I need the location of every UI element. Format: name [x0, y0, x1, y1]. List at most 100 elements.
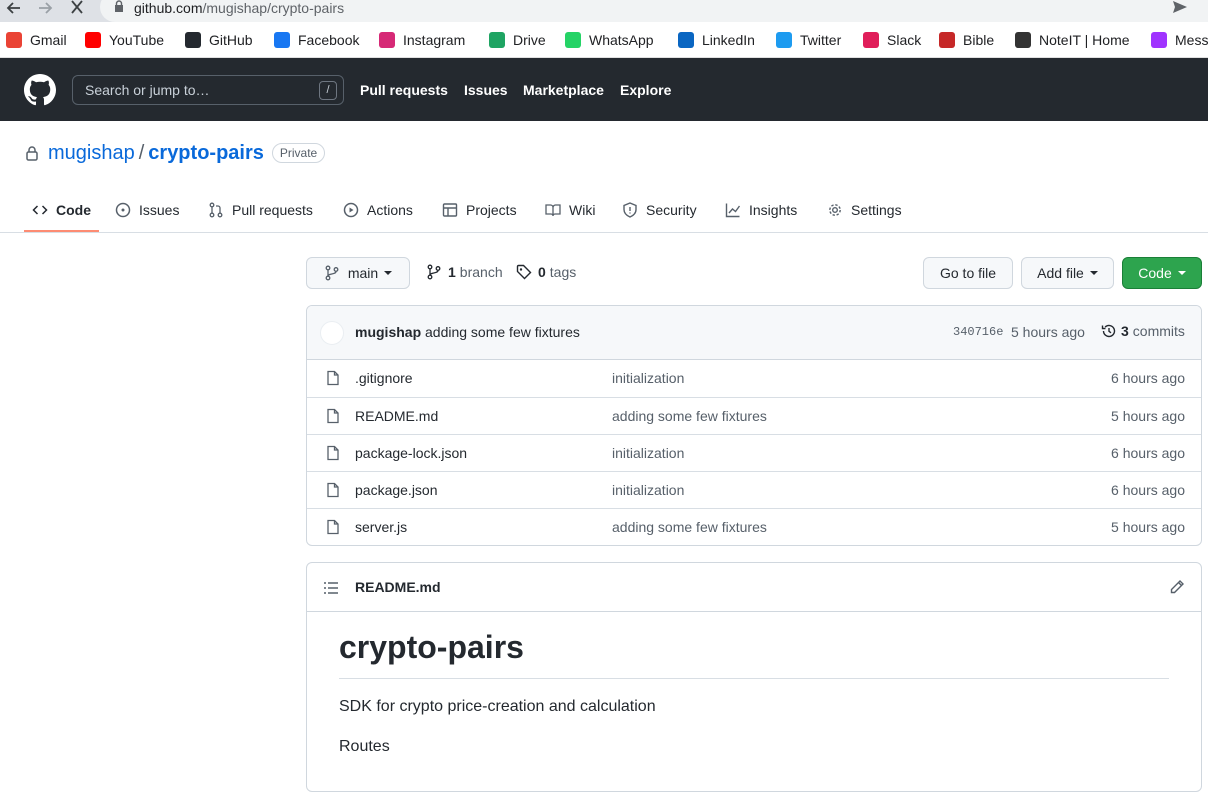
file-name-link[interactable]: package.json [355, 482, 438, 498]
forward-icon[interactable] [37, 0, 55, 16]
youtube-icon [85, 32, 101, 48]
tag-count: 0 [538, 264, 546, 280]
tab-wiki[interactable]: Wiki [545, 188, 595, 232]
tab-code[interactable]: Code [32, 188, 91, 232]
bookmark-slack[interactable]: Slack [863, 31, 921, 49]
code-button[interactable]: Code [1122, 257, 1202, 289]
add-file-button[interactable]: Add file [1021, 257, 1114, 289]
github-header: Search or jump to… / Pull requests Issue… [0, 58, 1208, 121]
file-commit-message-link[interactable]: adding some few fixtures [612, 519, 767, 535]
pencil-icon[interactable] [1169, 579, 1185, 595]
issue-icon [115, 202, 131, 218]
noteit-icon [1015, 32, 1031, 48]
bookmark-github[interactable]: GitHub [185, 31, 253, 49]
commit-count-label: commits [1132, 323, 1185, 339]
github-logo-icon[interactable] [24, 74, 56, 106]
chevron-down-icon [384, 271, 393, 275]
repo-separator: / [138, 141, 145, 164]
back-icon[interactable] [6, 0, 24, 16]
nav-marketplace[interactable]: Marketplace [523, 82, 604, 98]
file-name-link[interactable]: .gitignore [355, 370, 413, 386]
tab-pull-requests[interactable]: Pull requests [208, 188, 313, 232]
tags-link[interactable]: 0 tags [516, 264, 576, 280]
table-row: server.js adding some few fixtures 5 hours… [307, 508, 1201, 545]
bookmark-noteit[interactable]: NoteIT | Home [1015, 31, 1130, 49]
file-age: 6 hours ago [1111, 445, 1185, 461]
tab-insights[interactable]: Insights [725, 188, 797, 232]
bookmark-label: Instagram [403, 32, 466, 48]
file-name-link[interactable]: README.md [355, 408, 438, 424]
bookmark-linkedin[interactable]: LinkedIn [678, 31, 755, 49]
bookmark-twitter[interactable]: Twitter [776, 31, 841, 49]
file-name-link[interactable]: server.js [355, 519, 407, 535]
bookmark-label: Gmail [30, 32, 67, 48]
lock-icon[interactable] [114, 0, 124, 13]
file-commit-message-link[interactable]: adding some few fixtures [612, 408, 767, 424]
address-text[interactable]: github.com/mugishap/crypto-pairs [134, 0, 344, 16]
readme-file-title[interactable]: README.md [355, 579, 441, 595]
nav-pull-requests[interactable]: Pull requests [360, 82, 448, 98]
commit-author-link[interactable]: mugishap [355, 324, 421, 340]
commit-count: 3 [1121, 323, 1129, 339]
avatar[interactable] [320, 321, 344, 345]
bookmarks-bar: Gmail YouTube GitHub Facebook Instagram Drive… [0, 22, 1208, 58]
file-icon [325, 519, 341, 535]
search-input[interactable]: Search or jump to… / [72, 75, 344, 105]
commit-message-link[interactable]: adding some few fixtures [425, 324, 580, 340]
bookmark-youtube[interactable]: YouTube [85, 31, 164, 49]
shield-icon [622, 202, 638, 218]
bookmark-gmail[interactable]: Gmail [6, 31, 67, 49]
bookmark-label: NoteIT | Home [1039, 32, 1130, 48]
bookmark-label: Drive [513, 32, 546, 48]
bookmark-drive[interactable]: Drive [489, 31, 546, 49]
commits-link[interactable]: 3 commits [1101, 323, 1185, 339]
instagram-icon [379, 32, 395, 48]
visibility-badge: Private [271, 143, 326, 163]
repo-title: mugishap / crypto-pairs Private [24, 141, 326, 165]
gmail-icon [6, 32, 22, 48]
lock-icon [24, 145, 40, 161]
gear-icon [827, 202, 843, 218]
bookmark-facebook[interactable]: Facebook [274, 31, 359, 49]
file-name-link[interactable]: package-lock.json [355, 445, 467, 461]
stop-icon[interactable] [69, 0, 87, 16]
commit-age: 5 hours ago [1011, 324, 1085, 340]
tab-issues-label: Issues [139, 202, 180, 218]
file-commit-message-link[interactable]: initialization [612, 370, 684, 386]
bookmark-instagram[interactable]: Instagram [379, 31, 465, 49]
facebook-icon [274, 32, 290, 48]
tab-actions[interactable]: Actions [343, 188, 413, 232]
file-commit-message-link[interactable]: initialization [612, 445, 684, 461]
tab-settings[interactable]: Settings [827, 188, 902, 232]
tab-settings-label: Settings [851, 202, 902, 218]
commit-sha-link[interactable]: 340716e [953, 325, 1003, 339]
bookmark-messenger[interactable]: Mess [1151, 31, 1208, 49]
file-age: 6 hours ago [1111, 482, 1185, 498]
tab-wiki-label: Wiki [569, 202, 596, 218]
bookmark-label: Mess [1175, 32, 1208, 48]
play-icon [343, 202, 359, 218]
github-icon [185, 32, 201, 48]
nav-explore[interactable]: Explore [620, 82, 671, 98]
file-commit-message-link[interactable]: initialization [612, 482, 684, 498]
chevron-down-icon [1089, 271, 1098, 275]
branch-select-button[interactable]: main [306, 257, 410, 289]
bookmark-whatsapp[interactable]: WhatsApp [565, 31, 654, 49]
readme-heading: crypto-pairs [339, 629, 1169, 679]
bookmark-label: Twitter [800, 32, 842, 48]
tab-projects[interactable]: Projects [442, 188, 517, 232]
repo-name-link[interactable]: crypto-pairs [148, 142, 264, 165]
file-icon [325, 408, 341, 424]
branches-link[interactable]: 1 branch [426, 264, 503, 280]
tab-issues[interactable]: Issues [115, 188, 179, 232]
nav-issues[interactable]: Issues [464, 82, 508, 98]
list-icon[interactable] [323, 580, 339, 596]
file-list: mugishap adding some few fixtures 340716… [306, 305, 1202, 546]
repo-owner-link[interactable]: mugishap [48, 142, 135, 165]
go-to-file-button[interactable]: Go to file [923, 257, 1013, 289]
tab-security[interactable]: Security [622, 188, 697, 232]
send-icon[interactable] [1172, 0, 1188, 14]
bookmark-bible[interactable]: Bible [939, 31, 994, 49]
readme-panel: README.md crypto-pairs SDK for crypto pr… [306, 562, 1202, 792]
messenger-icon [1151, 32, 1167, 48]
